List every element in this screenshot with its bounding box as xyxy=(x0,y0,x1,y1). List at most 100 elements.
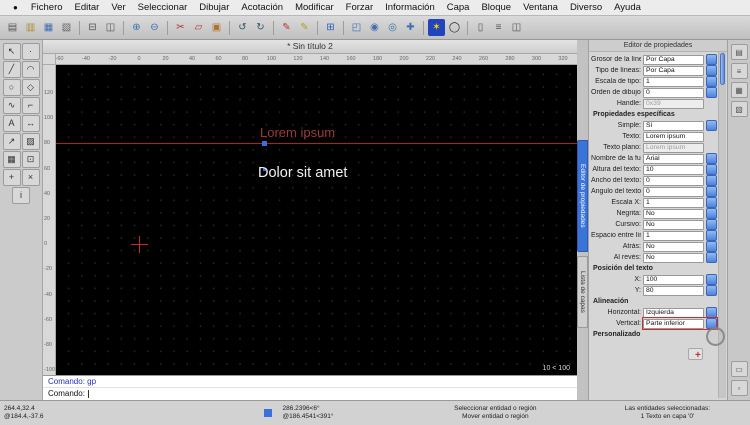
zoom-in-button[interactable]: ⊕ xyxy=(128,19,145,36)
library-toggle-button[interactable]: ◫ xyxy=(508,19,525,36)
vertical-spin-button[interactable] xyxy=(706,318,717,329)
leader-tool[interactable]: ↗ xyxy=(2,133,21,150)
menu-editar[interactable]: Editar xyxy=(69,2,106,13)
import-file-button[interactable]: ▧ xyxy=(58,19,75,36)
y-input[interactable]: 80 xyxy=(643,285,704,296)
command-input[interactable]: Comando: xyxy=(43,388,577,400)
escala-x-input[interactable]: 1 xyxy=(643,197,704,208)
menu-forzar[interactable]: Forzar xyxy=(340,2,379,13)
arc-tool[interactable]: ◠ xyxy=(21,61,40,78)
dimension-tool[interactable]: ↔ xyxy=(21,115,40,132)
simple-spin-button[interactable] xyxy=(706,120,717,131)
toggle-layer-list-button[interactable]: ≡ xyxy=(730,63,748,79)
simple-input[interactable]: Sí xyxy=(643,120,704,131)
atras-spin-button[interactable] xyxy=(706,241,717,252)
info-tool[interactable]: i xyxy=(12,187,30,204)
menu-ayuda[interactable]: Ayuda xyxy=(608,2,647,13)
angulo-del-texto-input[interactable]: 0 xyxy=(643,186,704,197)
block-insert-tool[interactable]: ⊡ xyxy=(21,151,40,168)
menu-seleccionar[interactable]: Seleccionar xyxy=(132,2,194,13)
orden-de-dibujo-spin-button[interactable] xyxy=(706,87,717,98)
al-reves-spin-button[interactable] xyxy=(706,252,717,263)
x-spin-button[interactable] xyxy=(706,274,717,285)
y-spin-button[interactable] xyxy=(706,285,717,296)
menu-acotacion[interactable]: Acotación xyxy=(235,2,289,13)
circle-tool[interactable]: ○ xyxy=(2,79,21,96)
add-custom-property-button[interactable]: + xyxy=(688,348,703,361)
menu-dibujar[interactable]: Dibujar xyxy=(193,2,235,13)
undo-button[interactable]: ↺ xyxy=(234,19,251,36)
cursivo-spin-button[interactable] xyxy=(706,219,717,230)
point-tool[interactable]: · xyxy=(21,43,40,60)
horizontal-input[interactable]: Izquierda xyxy=(643,307,704,318)
zoom-window-button[interactable]: ◰ xyxy=(348,19,365,36)
pan-button[interactable]: ✚ xyxy=(402,19,419,36)
cut-button[interactable]: ✂ xyxy=(172,19,189,36)
negrita-input[interactable]: No xyxy=(643,208,704,219)
x-input[interactable]: 100 xyxy=(643,274,704,285)
print-button[interactable]: ⊟ xyxy=(84,19,101,36)
delete-tool[interactable]: × xyxy=(21,169,40,186)
angulo-del-texto-spin-button[interactable] xyxy=(706,186,717,197)
zoom-out-button[interactable]: ⊖ xyxy=(146,19,163,36)
menu-capa[interactable]: Capa xyxy=(441,2,476,13)
paste-button[interactable]: ▣ xyxy=(208,19,225,36)
dock-tab-lista-de-capas[interactable]: Lista de capas xyxy=(577,256,588,328)
pen-highlight-button[interactable]: ✎ xyxy=(296,19,313,36)
grid-toggle-button[interactable]: ⊞ xyxy=(322,19,339,36)
texto-input[interactable]: Lorem ipsum xyxy=(643,131,704,142)
menu-ver[interactable]: Ver xyxy=(105,2,131,13)
cursivo-input[interactable]: No xyxy=(643,219,704,230)
hatch-tool[interactable]: ▨ xyxy=(21,133,40,150)
canvas-text-dolor-sit-amet[interactable]: Dolor sit amet xyxy=(258,165,347,181)
snap-circle-button[interactable]: ◯ xyxy=(446,19,463,36)
new-file-button[interactable]: ▤ xyxy=(4,19,21,36)
eu-flag-button[interactable]: ✶ xyxy=(428,19,445,36)
escala-de-tipo-spin-button[interactable] xyxy=(706,76,717,87)
escala-de-tipo-input[interactable]: 1 xyxy=(643,76,704,87)
copy-button[interactable]: ▱ xyxy=(190,19,207,36)
modify-tool[interactable]: + xyxy=(2,169,21,186)
select-arrow-tool[interactable]: ↖ xyxy=(2,43,21,60)
menu-fichero[interactable]: Fichero xyxy=(25,2,69,13)
nombre-de-la-fuente-spin-button[interactable] xyxy=(706,153,717,164)
vertical-input[interactable]: Parte inferior xyxy=(643,318,704,329)
grosor-de-la-linea-spin-button[interactable] xyxy=(706,54,717,65)
toggle-command-line-button[interactable]: ▭ xyxy=(730,361,748,377)
al-reves-input[interactable]: No xyxy=(643,252,704,263)
save-file-button[interactable]: ▦ xyxy=(40,19,57,36)
open-file-button[interactable]: ▥ xyxy=(22,19,39,36)
polyline-tool[interactable]: ⌐ xyxy=(21,97,40,114)
layer-list-toggle-button[interactable]: ≡ xyxy=(490,19,507,36)
zoom-auto-button[interactable]: ◉ xyxy=(366,19,383,36)
ellipse-tool[interactable]: ◇ xyxy=(21,79,40,96)
orden-de-dibujo-input[interactable]: 0 xyxy=(643,87,704,98)
menu-ventana[interactable]: Ventana xyxy=(517,2,564,13)
pen-edit-button[interactable]: ✎ xyxy=(278,19,295,36)
altura-del-texto-spin-button[interactable] xyxy=(706,164,717,175)
print-preview-button[interactable]: ◫ xyxy=(102,19,119,36)
atras-input[interactable]: No xyxy=(643,241,704,252)
zoom-previous-button[interactable]: ◎ xyxy=(384,19,401,36)
toggle-statusbar-button[interactable]: ▫ xyxy=(730,380,748,396)
drawing-canvas[interactable]: Lorem ipsum Dolor sit amet 10 < 100 xyxy=(56,65,577,375)
toggle-block-list-button[interactable]: ▦ xyxy=(730,82,748,98)
panel-scrollbar[interactable] xyxy=(718,52,726,398)
text-tool[interactable]: A xyxy=(2,115,21,132)
menu-bloque[interactable]: Bloque xyxy=(475,2,517,13)
scrollbar-thumb[interactable] xyxy=(720,53,725,85)
menu-informacion[interactable]: Información xyxy=(379,2,441,13)
canvas-text-lorem-ipsum[interactable]: Lorem ipsum xyxy=(260,125,335,140)
tipo-de-lineas-spin-button[interactable] xyxy=(706,65,717,76)
ancho-del-texto-input[interactable]: 0 xyxy=(643,175,704,186)
selection-handle[interactable] xyxy=(262,141,267,146)
toggle-property-editor-button[interactable]: ▤ xyxy=(730,44,748,60)
altura-del-texto-input[interactable]: 10 xyxy=(643,164,704,175)
espacio-entre-lineas-input[interactable]: 1 xyxy=(643,230,704,241)
negrita-spin-button[interactable] xyxy=(706,208,717,219)
entity-line[interactable] xyxy=(56,143,577,144)
image-tool[interactable]: ▦ xyxy=(2,151,21,168)
apple-menu-icon[interactable]: ● xyxy=(6,3,25,12)
property-editor-toggle-button[interactable]: ▯ xyxy=(472,19,489,36)
ancho-del-texto-spin-button[interactable] xyxy=(706,175,717,186)
